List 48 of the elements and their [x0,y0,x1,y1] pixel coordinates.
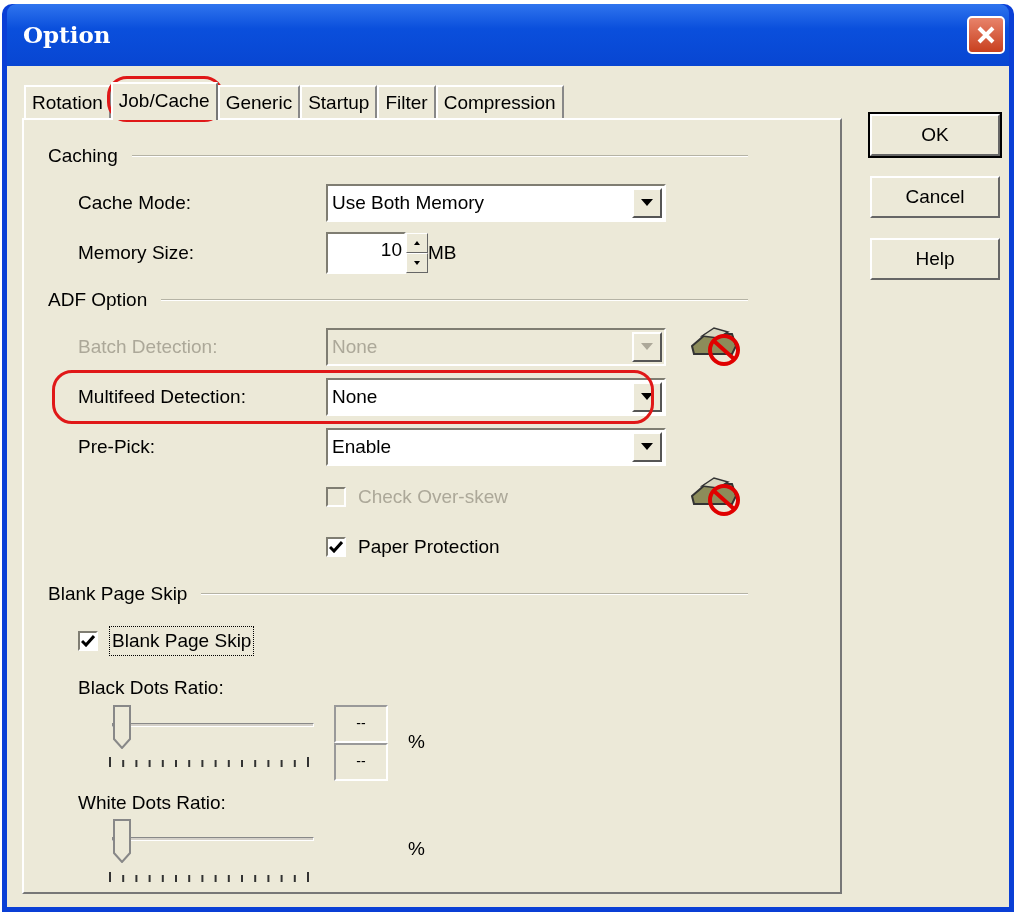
field-label: Pre-Pick: [78,434,157,459]
dropdown[interactable]: Enable [326,428,666,466]
section-title: Caching [48,143,118,168]
slider-thumb[interactable] [112,704,132,749]
dropdown-arrow-icon [641,393,653,401]
field-label: Memory Size: [78,240,196,265]
dropdown-arrow-icon [641,343,653,351]
slider-label: Black Dots Ratio: [78,676,224,700]
tab[interactable]: Compression [435,85,564,118]
slider-thumb[interactable] [112,819,132,863]
section-title: ADF Option [48,287,148,312]
slider-label: White Dots Ratio: [78,790,226,815]
field-label: Cache Mode: [78,190,192,215]
unit-label: % [408,836,425,861]
slider-track[interactable] [112,819,314,863]
dialog-button[interactable]: OK [870,114,1000,156]
reading-field: -- [334,742,388,781]
down-arrow-icon [414,261,420,265]
tab[interactable]: Filter [377,85,436,118]
unit-label: MB [428,240,457,265]
tab[interactable]: Generic [217,85,301,118]
dialog-button[interactable]: Cancel [870,176,1000,218]
close-button[interactable] [967,16,1005,54]
tab[interactable]: Rotation [24,85,111,118]
dialog-button[interactable]: Help [870,238,1000,280]
spin-down-button[interactable] [406,253,428,273]
dropdown[interactable]: None [326,378,666,416]
unit-label: % [408,730,425,755]
checkbox-label: Paper Protection [358,534,500,559]
slider-track[interactable] [112,704,314,749]
checkbox[interactable] [326,537,346,557]
window-title: Option [23,19,111,50]
number-field[interactable]: 10 [326,232,406,274]
field-label: Multifeed Detection: [78,384,247,409]
spin-up-button[interactable] [406,233,428,253]
tab[interactable]: Startup [300,85,378,118]
checkbox-label: Check Over-skew [358,484,508,509]
dropdown-arrow-icon [641,443,653,451]
dropdown-arrow-icon [641,199,653,207]
reading-field: -- [334,704,388,743]
field-label: Batch Detection: [78,334,219,359]
tab[interactable]: Job/Cache [110,82,218,120]
dropdown[interactable]: Use Both Memory [326,184,666,222]
section-title: Blank Page Skip [48,581,188,606]
checkbox-label: Blank Page Skip [110,626,254,656]
close-icon [975,24,997,46]
checkbox[interactable] [78,631,98,651]
up-arrow-icon [414,241,420,245]
